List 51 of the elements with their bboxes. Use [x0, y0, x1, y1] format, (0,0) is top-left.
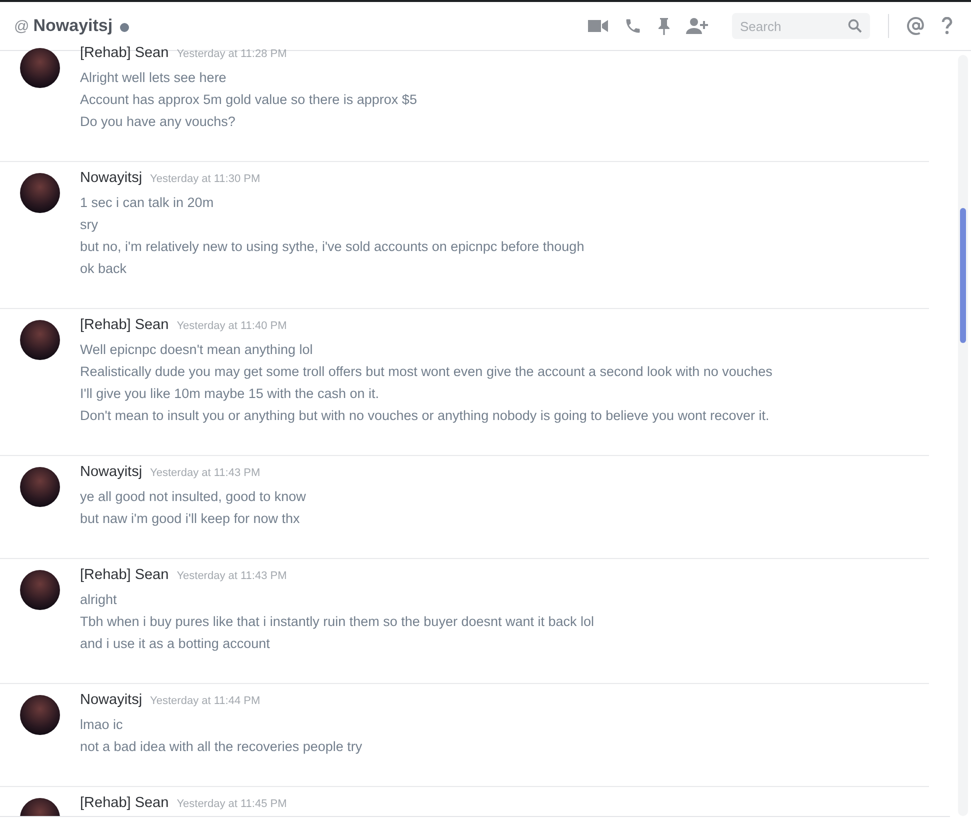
avatar-image[interactable]: [20, 467, 60, 507]
message-text: lmao ic: [80, 716, 124, 734]
pin-icon[interactable]: [658, 17, 670, 35]
message-text: sry: [80, 216, 99, 234]
message-text: ok back: [80, 260, 128, 278]
message-text: Account has approx 5m gold value so there is approx $5: [80, 91, 417, 109]
phone-icon[interactable]: [624, 17, 642, 35]
message-text: I'll give you like 10m maybe 15 with the cash on it.: [80, 385, 380, 403]
timestamp: Yesterday at 11:45 PM: [176, 798, 287, 810]
add-user-icon[interactable]: [686, 17, 708, 35]
timestamp: Yesterday at 11:40 PM: [176, 320, 287, 332]
message-text: not a bad idea with all the recoveries people try: [80, 738, 362, 756]
timestamp: Yesterday at 11:30 PM: [150, 173, 260, 185]
message-text: Well epicnpc doesn't mean anything lol: [80, 341, 314, 359]
timestamp: Yesterday at 11:43 PM: [176, 570, 287, 582]
timestamp: Yesterday at 11:28 PM: [176, 48, 287, 60]
message-text: but naw i'm good i'll keep for now thx: [80, 510, 301, 528]
username[interactable]: Nowayitsj: [80, 692, 142, 708]
mention-icon[interactable]: [907, 17, 925, 35]
status-dot: [120, 23, 129, 32]
message-text: ye all good not insulted, good to know: [80, 488, 306, 506]
message-text: Don't mean to insult you or anything but with no vouches or anything nobody is going to believe you wont recover it.: [80, 407, 770, 425]
avatar-image[interactable]: [20, 695, 60, 735]
search-icon: [848, 19, 862, 33]
at-sign: @: [14, 18, 30, 34]
message-text: but no, i'm relatively new to using sythe, i've sold accounts on epicnpc before though: [80, 238, 584, 256]
message-text: Realistically dude you may get some troll offers but most wont even give the account a second look with no vouches: [80, 363, 772, 381]
search-field[interactable]: Search: [732, 13, 870, 39]
message-text: 1 sec i can talk in 20m: [80, 194, 215, 212]
username[interactable]: [Rehab] Sean: [80, 567, 169, 583]
help-icon[interactable]: [941, 17, 953, 35]
avatar-image[interactable]: [20, 570, 60, 610]
scrollbar-track[interactable]: [958, 55, 968, 816]
avatar-image[interactable]: [20, 320, 60, 360]
username[interactable]: [Rehab] Sean: [80, 45, 169, 61]
channel-title: Nowayitsj: [33, 16, 113, 36]
message-text: and i use it as a botting account: [80, 635, 271, 653]
username[interactable]: [Rehab] Sean: [80, 795, 169, 811]
username[interactable]: [Rehab] Sean: [80, 317, 169, 333]
message-text: alright: [80, 591, 118, 609]
message-text: Do you have any vouchs?: [80, 113, 236, 131]
timestamp: Yesterday at 11:43 PM: [150, 467, 260, 479]
message-text: Tbh when i buy pures like that i instantly ruin them so the buyer doesnt want it back lol: [80, 613, 594, 631]
username[interactable]: Nowayitsj: [80, 464, 142, 480]
video-camera-icon[interactable]: [588, 19, 608, 33]
username[interactable]: Nowayitsj: [80, 170, 142, 186]
avatar-image[interactable]: [20, 48, 60, 88]
avatar-image[interactable]: [20, 173, 60, 213]
timestamp: Yesterday at 11:44 PM: [150, 695, 260, 707]
scrollbar-thumb[interactable]: [960, 208, 966, 343]
message-text: Alright well lets see here: [80, 69, 228, 87]
